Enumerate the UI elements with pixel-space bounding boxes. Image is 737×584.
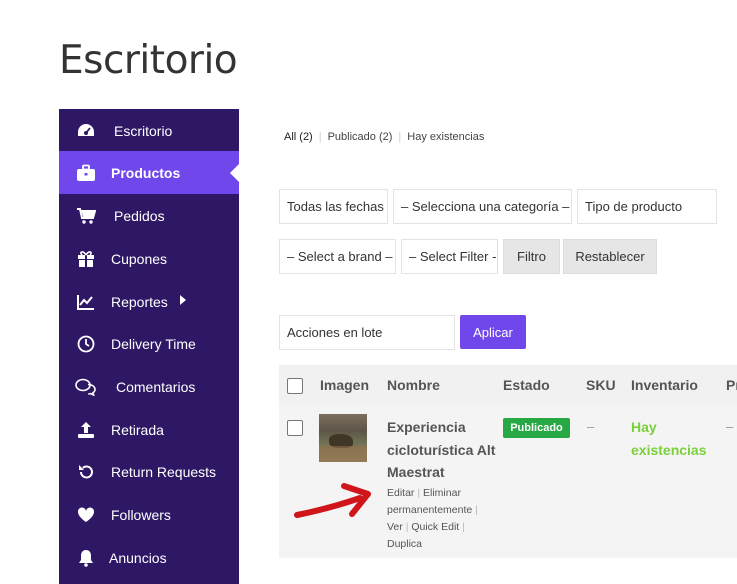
chevron-right-icon bbox=[180, 295, 186, 305]
sidebar-item-retirada[interactable]: Retirada bbox=[59, 408, 239, 451]
upload-icon bbox=[75, 419, 97, 441]
select-all-checkbox[interactable] bbox=[287, 378, 303, 394]
product-thumbnail[interactable] bbox=[319, 414, 367, 462]
column-header-inventory: Inventario bbox=[631, 377, 698, 393]
category-filter-select[interactable]: – Selecciona una categoría – bbox=[393, 189, 572, 224]
undo-icon bbox=[75, 461, 97, 483]
sidebar-item-pedidos[interactable]: Pedidos bbox=[59, 194, 239, 237]
sidebar-item-escritorio[interactable]: Escritorio bbox=[59, 109, 239, 152]
divider: | bbox=[475, 504, 478, 516]
sidebar-item-label: Anuncios bbox=[109, 549, 167, 566]
apply-button[interactable]: Aplicar bbox=[460, 315, 526, 349]
reset-button[interactable]: Restablecer bbox=[563, 239, 657, 274]
heart-icon bbox=[75, 504, 97, 526]
status-badge: Publicado bbox=[503, 418, 570, 438]
gift-icon bbox=[75, 248, 97, 270]
sidebar-item-label: Pedidos bbox=[114, 207, 165, 224]
brand-filter-select[interactable]: – Select a brand – bbox=[279, 239, 396, 274]
status-link-published[interactable]: Publicado (2) bbox=[328, 131, 393, 143]
product-name-link[interactable]: Experiencia cicloturística Alt Maestrat bbox=[387, 416, 497, 484]
column-header-sku[interactable]: SKU bbox=[586, 377, 616, 393]
chart-icon bbox=[75, 291, 97, 313]
sidebar-item-label: Delivery Time bbox=[111, 335, 196, 352]
column-header-status: Estado bbox=[503, 377, 550, 393]
briefcase-icon bbox=[75, 162, 97, 184]
sidebar-item-label: Retirada bbox=[111, 421, 164, 438]
cart-icon bbox=[75, 205, 97, 227]
page-title: Escritorio bbox=[59, 38, 238, 83]
row-checkbox[interactable] bbox=[287, 420, 303, 436]
sidebar-item-cupones[interactable]: Cupones bbox=[59, 237, 239, 280]
status-link-in-stock[interactable]: Hay existencias bbox=[407, 131, 484, 143]
sidebar-item-label: Productos bbox=[111, 164, 181, 181]
status-link-all[interactable]: All (2) bbox=[284, 131, 313, 143]
sidebar-item-anuncios[interactable]: Anuncios bbox=[59, 536, 239, 579]
sidebar-item-return-requests[interactable]: Return Requests bbox=[59, 450, 239, 493]
sidebar-item-productos[interactable]: Productos bbox=[59, 151, 240, 194]
sidebar-item-label: Followers bbox=[111, 506, 171, 523]
column-header-name[interactable]: Nombre bbox=[387, 377, 440, 393]
column-header-price[interactable]: Pr bbox=[726, 377, 737, 393]
sidebar-item-label: Comentarios bbox=[116, 378, 196, 395]
status-filter-links: All (2) | Publicado (2) | Hay existencia… bbox=[284, 131, 484, 143]
custom-filter-select[interactable]: – Select Filter - bbox=[401, 239, 498, 274]
filter-button[interactable]: Filtro bbox=[503, 239, 560, 274]
sidebar-item-reportes[interactable]: Reportes bbox=[59, 280, 239, 323]
sidebar-item-label: Reportes bbox=[111, 293, 168, 310]
clock-icon bbox=[75, 333, 97, 355]
price-value: – bbox=[726, 419, 734, 434]
view-link[interactable]: Ver bbox=[387, 521, 403, 533]
date-filter-select[interactable]: Todas las fechas bbox=[279, 189, 388, 224]
bulk-actions-select[interactable]: Acciones en lote bbox=[279, 315, 455, 350]
sidebar-item-comentarios[interactable]: Comentarios bbox=[59, 365, 239, 408]
bell-icon bbox=[75, 547, 97, 569]
inventory-status: Hay existencias bbox=[631, 419, 707, 458]
annotation-arrow-icon bbox=[294, 483, 371, 518]
divider: | bbox=[462, 521, 465, 533]
divider: | bbox=[398, 131, 402, 143]
comments-icon bbox=[75, 376, 97, 398]
column-header-image: Imagen bbox=[320, 377, 370, 393]
dashboard-sidebar: Escritorio Productos Pedidos Cupones Rep… bbox=[59, 109, 240, 584]
row-actions: Editar | Eliminar permanentemente | Ver … bbox=[387, 485, 491, 553]
duplicate-link[interactable]: Duplica bbox=[387, 538, 422, 550]
sidebar-item-delivery-time[interactable]: Delivery Time bbox=[59, 322, 239, 365]
divider: | bbox=[318, 131, 322, 143]
sidebar-item-label: Return Requests bbox=[111, 463, 217, 480]
edit-link[interactable]: Editar bbox=[387, 487, 414, 499]
dashboard-icon bbox=[75, 120, 97, 142]
sidebar-item-label: Escritorio bbox=[114, 122, 173, 139]
sidebar-item-label: Cupones bbox=[111, 250, 168, 267]
product-type-select[interactable]: Tipo de producto bbox=[577, 189, 717, 224]
sku-value: – bbox=[587, 419, 595, 434]
sidebar-item-followers[interactable]: Followers bbox=[59, 493, 239, 536]
quick-edit-link[interactable]: Quick Edit bbox=[411, 521, 459, 533]
